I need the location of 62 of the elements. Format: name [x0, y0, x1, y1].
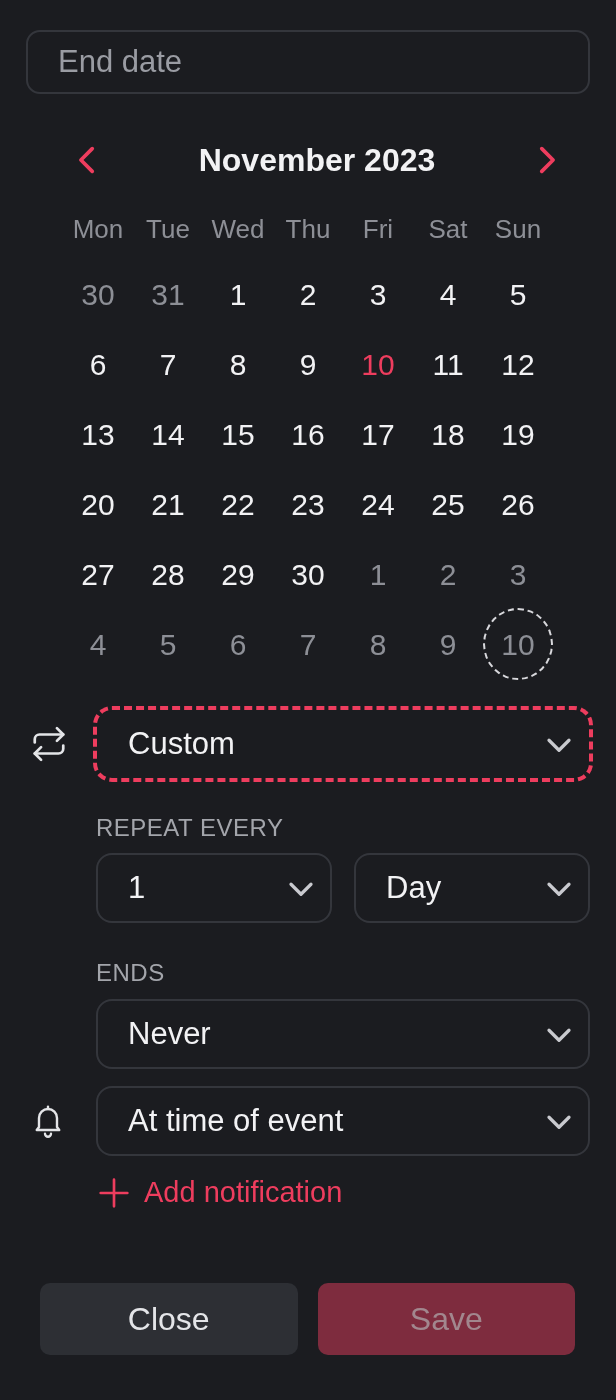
calendar-day[interactable]: 18 — [413, 398, 483, 470]
repeat-select[interactable]: Custom — [96, 709, 590, 779]
calendar-day[interactable]: 31 — [133, 258, 203, 330]
calendar-day[interactable]: 24 — [343, 468, 413, 540]
calendar-day[interactable]: 5 — [133, 608, 203, 680]
calendar-day[interactable]: 2 — [273, 258, 343, 330]
calendar-day[interactable]: 30 — [273, 538, 343, 610]
unit-select[interactable]: Day — [354, 853, 590, 923]
weekday-label: Mon — [71, 213, 125, 246]
calendar-day[interactable]: 16 — [273, 398, 343, 470]
calendar-day[interactable]: 17 — [343, 398, 413, 470]
section-label: ENDS — [96, 961, 166, 985]
end-date-field[interactable]: End date — [26, 30, 590, 94]
calendar-day[interactable]: 13 — [63, 398, 133, 470]
calendar-day[interactable]: 4 — [63, 608, 133, 680]
calendar-day[interactable]: 10 — [343, 328, 413, 400]
repeat-icon — [30, 725, 68, 763]
calendar-day[interactable]: 20 — [63, 468, 133, 540]
calendar-day[interactable]: 23 — [273, 468, 343, 540]
notification-select[interactable]: At time of event — [96, 1086, 590, 1156]
calendar-day[interactable]: 15 — [203, 398, 273, 470]
close-button[interactable]: Close — [40, 1283, 298, 1355]
weekday-label: Thu — [284, 213, 332, 246]
calendar-day[interactable]: 5 — [483, 258, 553, 330]
calendar-day[interactable]: 21 — [133, 468, 203, 540]
calendar-day[interactable]: 29 — [203, 538, 273, 610]
calendar-day[interactable]: 2 — [413, 538, 483, 610]
calendar-day[interactable]: 10 — [483, 608, 553, 680]
weekday-label: Wed — [210, 213, 266, 246]
interval-select[interactable]: 1 — [96, 853, 332, 923]
weekday-label: Fri — [361, 213, 395, 246]
calendar-day[interactable]: 9 — [413, 608, 483, 680]
calendar-day[interactable]: 30 — [63, 258, 133, 330]
calendar-day[interactable]: 3 — [343, 258, 413, 330]
calendar-day[interactable]: 22 — [203, 468, 273, 540]
calendar-day[interactable]: 8 — [343, 608, 413, 680]
ends-select[interactable]: Never — [96, 999, 590, 1069]
calendar-day[interactable]: 26 — [483, 468, 553, 540]
calendar-day[interactable]: 4 — [413, 258, 483, 330]
weekday-label: Sun — [493, 213, 543, 246]
calendar-day[interactable]: 7 — [273, 608, 343, 680]
calendar-day[interactable]: 3 — [483, 538, 553, 610]
calendar-day[interactable]: 6 — [63, 328, 133, 400]
calendar-day[interactable]: 12 — [483, 328, 553, 400]
calendar-day[interactable]: 1 — [203, 258, 273, 330]
calendar-day[interactable]: 8 — [203, 328, 273, 400]
calendar-day[interactable]: 6 — [203, 608, 273, 680]
plus-icon — [98, 1177, 130, 1209]
calendar-day[interactable]: 7 — [133, 328, 203, 400]
calendar-day[interactable]: 11 — [413, 328, 483, 400]
calendar-day[interactable]: 19 — [483, 398, 553, 470]
add-notification-link[interactable]: Add notification — [98, 1175, 343, 1211]
calendar-day[interactable]: 1 — [343, 538, 413, 610]
section-label: REPEAT EVERY — [96, 816, 285, 840]
calendar-day[interactable]: 28 — [133, 538, 203, 610]
calendar-day[interactable]: 27 — [63, 538, 133, 610]
calendar-day[interactable]: 25 — [413, 468, 483, 540]
calendar-day[interactable]: 9 — [273, 328, 343, 400]
weekday-label: Tue — [145, 213, 191, 246]
month-title: November 2023 — [198, 141, 436, 180]
weekday-label: Sat — [427, 213, 469, 246]
calendar-day[interactable]: 14 — [133, 398, 203, 470]
